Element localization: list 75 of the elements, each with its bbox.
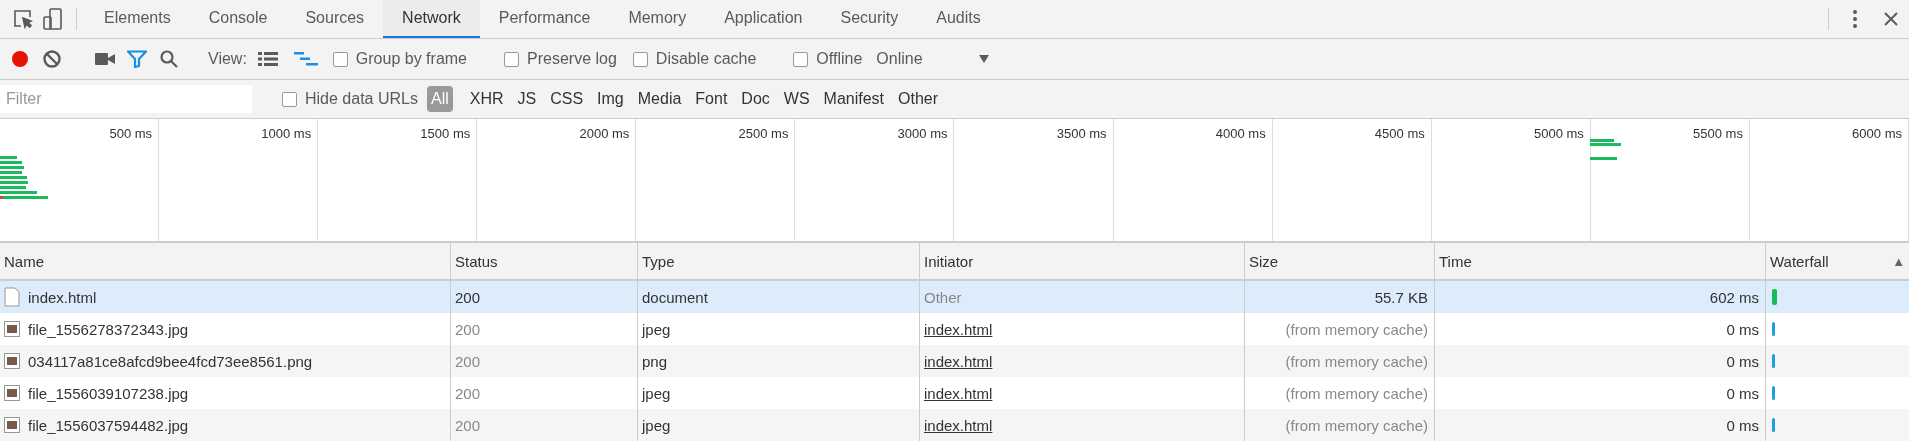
caret-icon [978, 55, 989, 63]
size-cell: (from memory cache) [1245, 409, 1435, 441]
filter-input[interactable]: Filter [0, 85, 252, 113]
time-tick-label: 4500 ms [1374, 126, 1425, 141]
panel-tab[interactable]: Performance [479, 0, 610, 38]
document-icon [4, 287, 20, 307]
initiator-link[interactable]: index.html [924, 352, 993, 370]
resource-type-filter[interactable]: Font [691, 86, 732, 112]
time-tick-label: 2000 ms [579, 126, 630, 141]
resource-type-filter[interactable]: Manifest [819, 86, 889, 112]
preserve-log-checkbox[interactable]: Preserve log [498, 50, 623, 68]
time-tick-label: 2500 ms [738, 126, 789, 141]
initiator-link[interactable]: index.html [924, 320, 993, 338]
offline-checkbox[interactable]: Offline [787, 50, 869, 68]
column-header[interactable]: Name [0, 243, 451, 281]
resource-type-filter[interactable]: XHR [465, 86, 508, 112]
resource-type-filter[interactable]: CSS [546, 86, 588, 112]
column-header[interactable]: Waterfall ▲ [1766, 243, 1909, 281]
time-tick-label: 3500 ms [1056, 126, 1107, 141]
request-name-cell[interactable]: file_1556037594482.jpg [0, 409, 451, 441]
type-cell: jpeg [638, 313, 920, 345]
status-cell: 200 [451, 345, 638, 377]
panel-tab[interactable]: Application [705, 0, 822, 38]
type-cell: document [638, 281, 920, 313]
time-tick-label: 3000 ms [897, 126, 948, 141]
image-thumbnail-icon [4, 353, 20, 369]
time-cell: 0 ms [1435, 345, 1766, 377]
panel-tab[interactable]: Network [383, 0, 480, 38]
size-cell: (from memory cache) [1245, 345, 1435, 377]
panel-tab[interactable]: Sources [286, 0, 384, 38]
view-label: View: [208, 50, 247, 68]
type-cell: jpeg [638, 377, 920, 409]
column-header[interactable]: Initiator [920, 243, 1245, 281]
hide-data-urls-checkbox[interactable]: Hide data URLs [276, 90, 424, 108]
time-tick-label: 5000 ms [1533, 126, 1584, 141]
time-tick-label: 1000 ms [261, 126, 312, 141]
disable-cache-checkbox[interactable]: Disable cache [626, 50, 763, 68]
image-thumbnail-icon [4, 321, 20, 337]
type-cell: png [638, 345, 920, 377]
throttling-dropdown[interactable]: Online [872, 50, 999, 68]
initiator-cell: Other [920, 281, 1245, 313]
panel-tab[interactable]: Memory [609, 0, 706, 38]
time-tick-label: 6000 ms [1852, 126, 1902, 141]
column-header[interactable]: Status [451, 243, 638, 281]
resource-type-filter[interactable]: JS [513, 86, 541, 112]
time-cell: 602 ms [1435, 281, 1766, 313]
request-name-cell[interactable]: 034117a81ce8afcd9bee4fcd73ee8561.png [0, 345, 451, 377]
status-cell: 200 [451, 281, 638, 313]
panel-tab[interactable]: Audits [917, 0, 1000, 38]
panel-tab[interactable]: Security [821, 0, 918, 38]
time-tick-label: 4000 ms [1215, 126, 1266, 141]
time-tick-label: 1500 ms [420, 126, 471, 141]
time-cell: 0 ms [1435, 409, 1766, 441]
column-header[interactable]: Time [1435, 243, 1766, 281]
size-cell: 55.7 KB [1245, 281, 1435, 313]
initiator-link[interactable]: index.html [924, 384, 993, 402]
image-thumbnail-icon [4, 417, 20, 433]
resource-type-filter[interactable]: Media [633, 86, 686, 112]
panel-tab[interactable]: Console [189, 0, 287, 38]
group-by-frame-checkbox[interactable]: Group by frame [326, 50, 473, 68]
column-header[interactable]: Type [638, 243, 920, 281]
panel-tab[interactable]: Elements [85, 0, 190, 38]
resource-type-filter[interactable]: Other [894, 86, 943, 112]
request-name-cell[interactable]: index.html [0, 281, 451, 313]
resource-type-filter[interactable]: Doc [737, 86, 774, 112]
column-header[interactable]: Size [1245, 243, 1435, 281]
image-thumbnail-icon [4, 385, 20, 401]
resource-type-filter[interactable]: WS [779, 86, 814, 112]
time-tick-label: 500 ms [109, 126, 153, 141]
time-tick-label: 5500 ms [1693, 126, 1743, 141]
initiator-link[interactable]: index.html [924, 416, 993, 434]
status-cell: 200 [451, 409, 638, 441]
resource-type-filter[interactable]: Img [593, 86, 628, 112]
sort-indicator: ▲ [1892, 253, 1905, 269]
type-cell: jpeg [638, 409, 920, 441]
